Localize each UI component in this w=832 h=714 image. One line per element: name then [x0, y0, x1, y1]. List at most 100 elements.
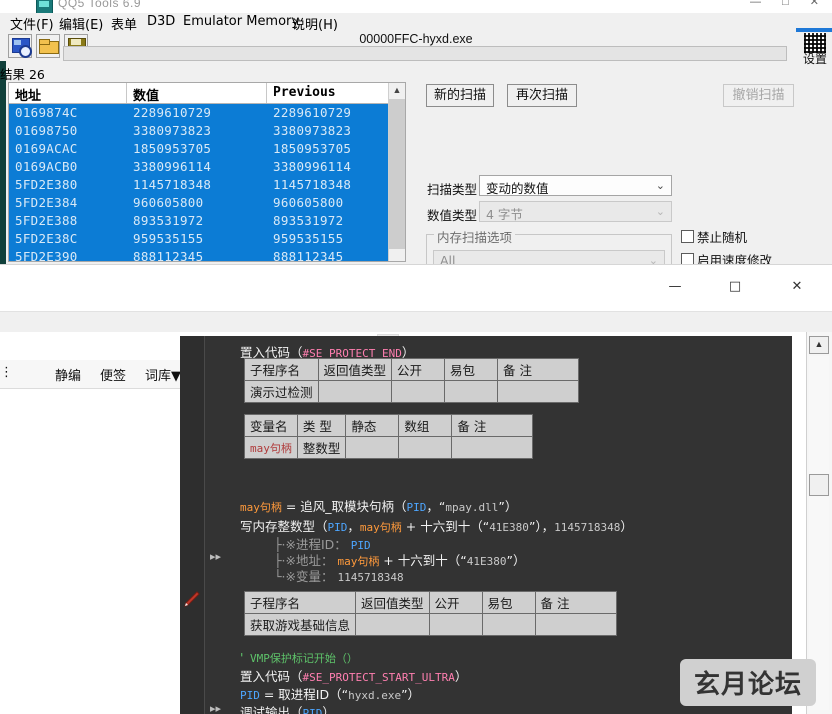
table-row[interactable]: 演示过检测 [244, 380, 580, 403]
next-scan-button[interactable]: 再次扫描 [507, 84, 577, 107]
code-token: ） [454, 669, 468, 684]
value-type-select: 4 字节 ⌄ [479, 201, 672, 222]
column-header-address[interactable]: 地址 [9, 83, 127, 103]
menu-item-d3d[interactable]: D3D [147, 14, 175, 29]
table-cell: 整数型 [296, 436, 347, 459]
column-header[interactable]: 备 注 [534, 591, 617, 614]
checkbox-box[interactable] [681, 230, 694, 243]
editor-content[interactable]: 置入代码（#SE_PROTECT_END） may句柄 = 追风_取模块句柄（PI… [204, 336, 792, 714]
settings-label: 设置 [802, 52, 827, 66]
table-row[interactable]: may句柄 整数型 [244, 436, 534, 459]
table-row[interactable]: 01698750 3380973823 3380973823 [9, 122, 405, 140]
column-header[interactable]: 类 型 [296, 414, 347, 437]
cell-address: 5FD2E384 [15, 195, 78, 210]
column-header[interactable]: 返回值类型 [355, 591, 430, 614]
editor-scrollbar[interactable]: ▲ [806, 332, 832, 714]
code-token: = 取进程ID（“ [259, 687, 349, 702]
column-header-previous[interactable]: Previous [267, 83, 405, 103]
code-line[interactable]: 调试输出（PID） [240, 702, 335, 714]
cell-value: 1850953705 [133, 141, 212, 156]
menu-item-dictionary[interactable]: 词库▼ [145, 365, 181, 384]
column-header[interactable]: 返回值类型 [317, 358, 393, 381]
scroll-up-arrow[interactable]: ▲ [809, 336, 829, 354]
editor-menu-overflow[interactable]: ⋮ [0, 365, 13, 380]
background-window-controls[interactable]: — □ ✕ [652, 273, 832, 303]
table-cell: 演示过检测 [244, 380, 319, 403]
code-line[interactable]: ' VMP保护标记开始（） [240, 650, 358, 666]
column-header[interactable]: 公开 [428, 591, 483, 614]
table-body: 0169874C 2289610729 2289610729 01698750 3380… [9, 104, 405, 262]
table-row[interactable]: 获取游戏基础信息 [243, 613, 617, 636]
menu-item-quiet-edit[interactable]: 静编 [55, 365, 81, 384]
column-header-value[interactable]: 数值 [127, 83, 267, 103]
column-header[interactable]: 静态 [345, 414, 400, 437]
undo-scan-button: 撤销扫描 [723, 84, 794, 107]
variable-table[interactable]: 变量名类 型静态 数组备 注 may句柄 整数型 [244, 414, 534, 459]
table-row[interactable]: 0169874C 2289610729 2289610729 [9, 104, 405, 122]
table-cell [391, 380, 446, 403]
scan-results-table[interactable]: 地址 数值 Previous 0169874C 2289610729 2289610… [8, 82, 406, 262]
column-header[interactable]: 数组 [398, 414, 453, 437]
code-line[interactable]: PID = 取进程ID（“hyxd.exe”） [240, 684, 420, 703]
table-row[interactable]: 0169ACAC 1850953705 1850953705 [9, 140, 405, 158]
column-header[interactable]: 备 注 [451, 414, 534, 437]
scan-type-select[interactable]: 变动的数值 ⌄ [479, 175, 672, 196]
subroutine-table-top[interactable]: 子程序名 返回值类型 公开 易包备 注演示过检测 [244, 358, 580, 403]
cell-previous: 888112345 [273, 249, 344, 262]
code-token: 1145718348 [554, 521, 621, 534]
code-line[interactable]: 写内存整数型（PID，may句柄 + 十六到十（“41E380”），114571… [240, 516, 633, 535]
column-header[interactable]: 子程序名 [243, 591, 357, 614]
table-header-row: 子程序名 返回值类型 公开 易包备 注 [243, 591, 617, 614]
fold-marker-icon[interactable]: ▸▸ [210, 550, 221, 563]
column-header[interactable]: 公开 [391, 358, 446, 381]
window-controls[interactable]: — □ ✕ [750, 0, 828, 8]
code-token: ”） [498, 499, 518, 514]
scan-type-label: 扫描类型 [427, 182, 478, 197]
cell-address: 5FD2E38C [15, 231, 78, 246]
table-cell [398, 436, 453, 459]
code-token: ”） [506, 553, 526, 568]
results-scrollbar[interactable]: ▲ [388, 83, 405, 261]
cell-previous: 3380973823 [273, 123, 352, 138]
minimize-icon[interactable]: — [652, 273, 698, 303]
column-header[interactable]: 变量名 [244, 414, 298, 437]
new-scan-button[interactable]: 新的扫描 [426, 84, 494, 107]
fold-marker-icon[interactable]: ▸▸ [210, 702, 221, 714]
table-row[interactable]: 5FD2E384 960605800 960605800 [9, 194, 405, 212]
code-line[interactable]: 置入代码（#SE_PROTECT_START_ULTRA） [240, 666, 467, 685]
table-row[interactable]: 5FD2E380 1145718348 1145718348 [9, 176, 405, 194]
column-header[interactable]: 易包 [481, 591, 536, 614]
pencil-icon [184, 591, 200, 607]
column-header[interactable]: 子程序名 [244, 358, 319, 381]
scroll-up-arrow[interactable]: ▲ [389, 83, 405, 99]
close-icon[interactable]: ✕ [774, 273, 820, 303]
cell-previous: 2289610729 [273, 105, 352, 120]
scroll-thumb[interactable] [389, 99, 405, 249]
scrollbar-track[interactable] [809, 356, 829, 710]
table-row[interactable]: 5FD2E388 893531972 893531972 [9, 212, 405, 230]
settings-button[interactable]: 设置 [800, 33, 830, 66]
code-line[interactable]: └·※变量： 1145718348 [274, 566, 404, 585]
cell-address: 01698750 [15, 123, 78, 138]
cell-previous: 960605800 [273, 195, 344, 210]
table-row[interactable]: 0169ACB0 3380996114 3380996114 [9, 158, 405, 176]
column-header[interactable]: 易包 [444, 358, 499, 381]
table-header-row: 子程序名 返回值类型 公开 易包备 注 [244, 358, 580, 381]
cell-value: 1145718348 [133, 177, 212, 192]
checkbox-no-random[interactable]: 禁止随机 [681, 227, 747, 246]
forum-watermark: 玄月论坛 [679, 659, 816, 706]
column-header[interactable]: 备 注 [497, 358, 580, 381]
table-row[interactable]: 5FD2E38C 959535155 959535155 [9, 230, 405, 248]
code-token: #SE_PROTECT_START_ULTRA [302, 671, 455, 684]
code-editor[interactable]: 置入代码（#SE_PROTECT_END） may句柄 = 追风_取模块句柄（PI… [180, 336, 792, 714]
code-line[interactable]: may句柄 = 追风_取模块句柄（PID，“mpay.dll”） [240, 496, 517, 515]
menu-item-notes[interactable]: 便签 [100, 365, 126, 384]
table-cell [497, 380, 580, 403]
table-row[interactable]: 5FD2E390 888112345 888112345 [9, 248, 405, 262]
address-input[interactable] [63, 46, 787, 61]
subroutine-table-bottom[interactable]: 子程序名 返回值类型 公开 易包备 注获取游戏基础信息 [243, 591, 617, 636]
menu-item-emulator-memory[interactable]: Emulator Memory [183, 14, 299, 29]
maximize-icon[interactable]: □ [712, 273, 758, 303]
scrollbar-thumb[interactable] [809, 474, 829, 496]
cell-value: 3380996114 [133, 159, 212, 174]
